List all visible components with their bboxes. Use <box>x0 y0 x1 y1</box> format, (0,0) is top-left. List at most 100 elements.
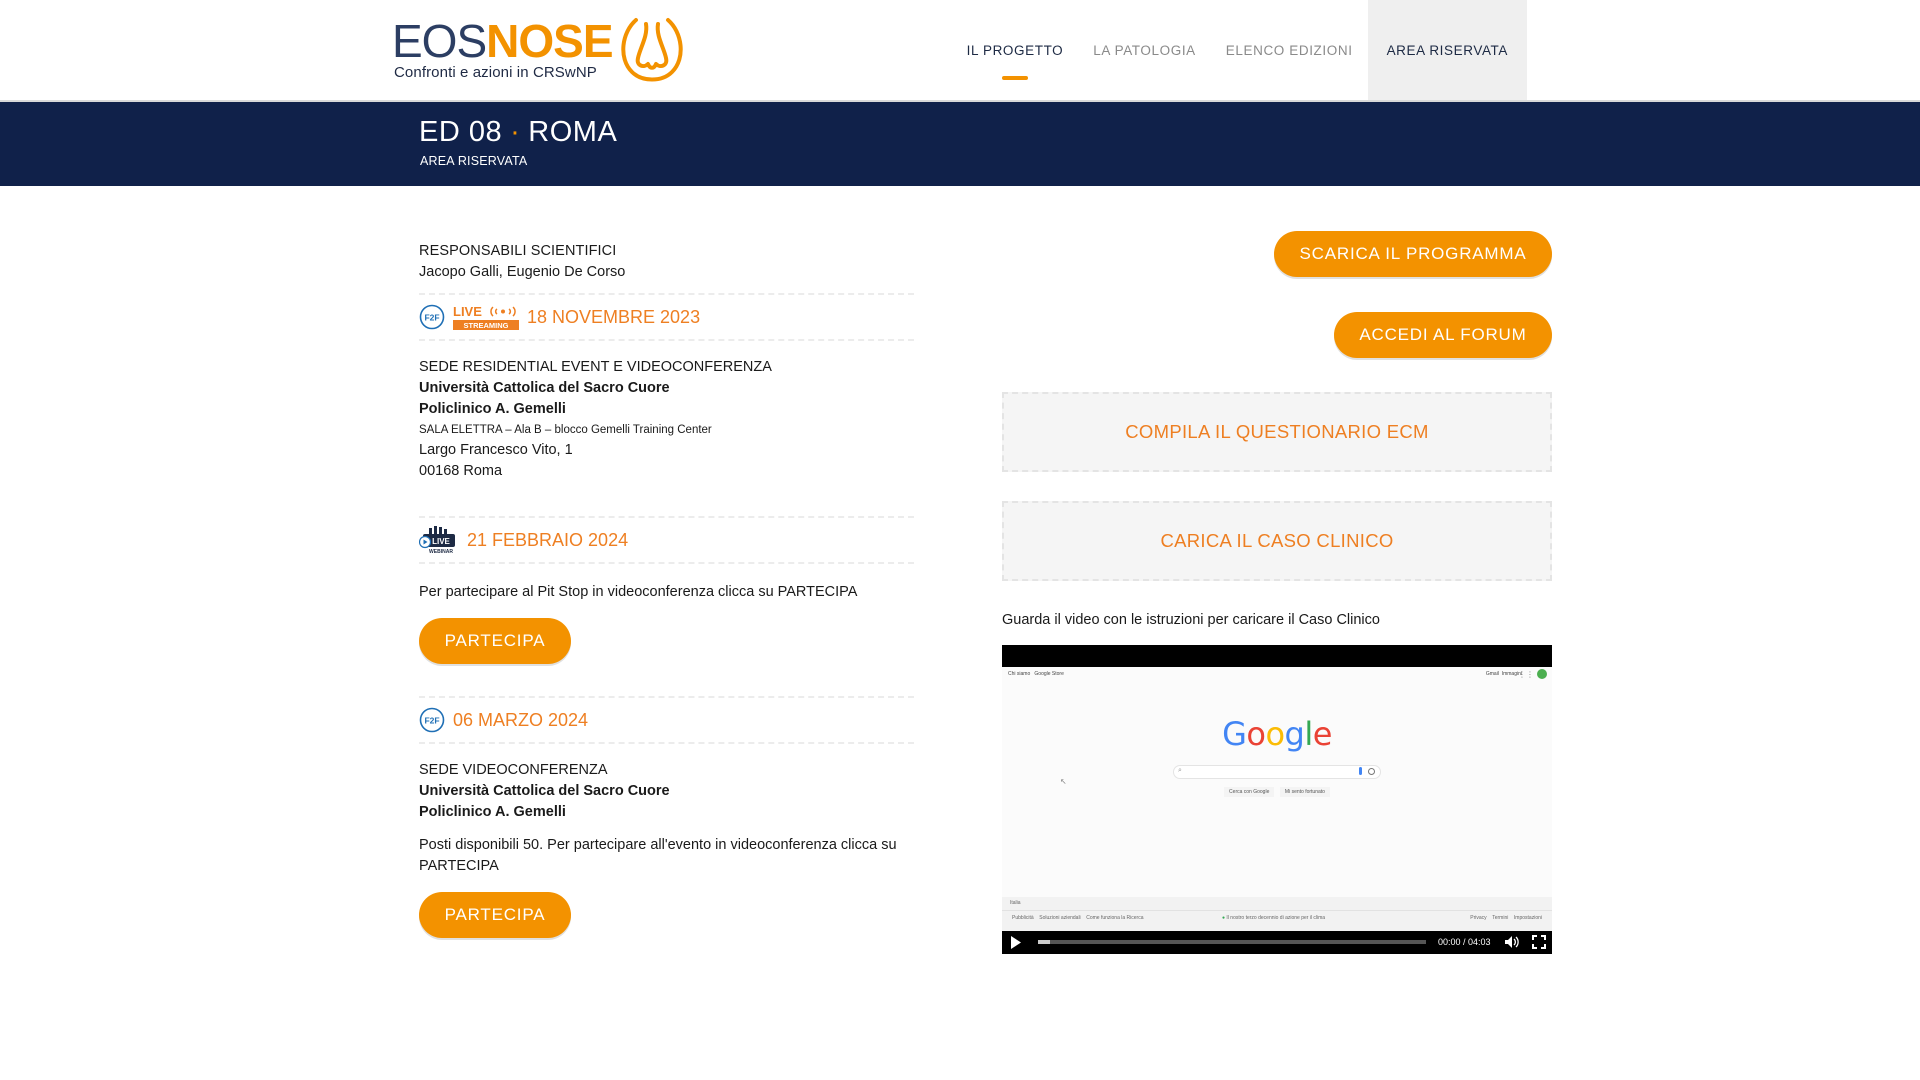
page-banner: ED 08 · ROMA AREA RISERVATA <box>0 102 1920 186</box>
logo-part-eos: EOS <box>392 15 487 67</box>
frame-search-box: ⌕ <box>1173 765 1381 779</box>
frame-link: Gmail <box>1485 671 1499 677</box>
avatar <box>1537 669 1547 679</box>
event-description: Posti disponibili 50. Per partecipare al… <box>419 837 897 853</box>
frame-search-icon: ⌕ <box>1178 767 1182 774</box>
divider <box>419 742 914 744</box>
events-column: RESPONSABILI SCIENTIFICI Jacopo Galli, E… <box>419 240 919 938</box>
f2f-icon: F2F <box>419 707 445 733</box>
partecipa-button[interactable]: PARTECIPA <box>419 618 571 664</box>
divider <box>419 339 914 341</box>
progress-bar[interactable] <box>1038 940 1426 944</box>
play-icon[interactable] <box>1010 936 1022 949</box>
event-date: 18 NOVEMBRE 2023 <box>527 306 701 327</box>
frame-mic-icon <box>1359 767 1362 775</box>
venue-hospital: Policlinico A. Gemelli <box>419 401 566 417</box>
google-logo: Google <box>1002 715 1552 753</box>
event-description: Per partecipare al Pit Stop in videoconf… <box>419 584 858 600</box>
video-controls: 00:00 / 04:03 <box>1002 931 1552 954</box>
sede-label: SEDE VIDEOCONFERENZA <box>419 762 608 778</box>
volume-icon[interactable] <box>1504 935 1520 949</box>
event-date: 21 FEBBRAIO 2024 <box>467 529 629 550</box>
event-description-cont: PARTECIPA <box>419 858 499 874</box>
google-logo-letter: G <box>1222 715 1247 753</box>
city-label: ROMA <box>528 116 618 148</box>
mouse-cursor-icon: ↖ <box>1060 777 1067 786</box>
site-logo[interactable]: EOSNOSE Confronti e azioni in CRSwNP <box>392 14 692 86</box>
page-title: ED 08 · ROMA <box>419 116 617 149</box>
frame-link: Google Store <box>1034 671 1064 677</box>
caso-clinico-box[interactable]: CARICA IL CASO CLINICO <box>1002 501 1552 581</box>
frame-link: Termini <box>1492 915 1509 921</box>
progress-fill <box>1038 940 1050 944</box>
nav-item-la-patologia[interactable]: LA PATOLOGIA <box>1078 0 1211 100</box>
frame-link: Impostazioni <box>1513 915 1542 921</box>
frame-country: Italia <box>1010 900 1021 906</box>
nose-icon <box>621 18 683 82</box>
questionario-ecm-box[interactable]: COMPILA IL QUESTIONARIO ECM <box>1002 392 1552 472</box>
venue-room: SALA ELETTRA – Ala B – blocco Gemelli Tr… <box>419 424 712 436</box>
edition-label: ED 08 <box>419 116 503 148</box>
live-webinar-icon: LIVE WEBINAR <box>419 526 455 555</box>
svg-text:F2F: F2F <box>424 313 439 323</box>
event-date: 06 MARZO 2024 <box>453 709 589 730</box>
nav-item-il-progetto[interactable]: IL PROGETTO <box>952 0 1079 100</box>
responsabili-names: Jacopo Galli, Eugenio De Corso <box>419 264 626 280</box>
logo-part-nose: NOSE <box>486 15 613 67</box>
venue-university: Università Cattolica del Sacro Cuore <box>419 783 670 799</box>
frame-lens-icon <box>1368 768 1375 775</box>
google-logo-letter: e <box>1312 715 1333 753</box>
apps-grid-icon: ⋮⋮ <box>1518 670 1534 679</box>
nav-item-elenco-edizioni[interactable]: ELENCO EDIZIONI <box>1211 0 1368 100</box>
google-logo-letter: g <box>1284 715 1305 753</box>
f2f-icon: F2F <box>419 304 445 330</box>
logo-wordmark: EOSNOSE <box>392 15 614 67</box>
video-caption: Guarda il video con le istruzioni per ca… <box>1002 612 1380 628</box>
frame-link: Come funziona la Ricerca <box>1086 915 1144 921</box>
frame-link: Privacy <box>1470 915 1487 921</box>
svg-text:STREAMING: STREAMING <box>464 321 509 330</box>
frame-buttons: Cerca con Google Mi sento fortunato <box>1002 787 1552 797</box>
frame-footer-line <box>1002 910 1552 911</box>
video-player[interactable]: Chi siamo Google Store Gmail Immagini ⋮⋮… <box>1002 645 1552 954</box>
frame-button: Cerca con Google <box>1224 787 1275 797</box>
main-nav: IL PROGETTO LA PATOLOGIA ELENCO EDIZIONI… <box>952 0 1527 100</box>
svg-text:LIVE: LIVE <box>453 304 482 319</box>
logo-subtitle: Confronti e azioni in CRSwNP <box>394 64 597 81</box>
video-frame: Chi siamo Google Store Gmail Immagini ⋮⋮… <box>1002 667 1552 931</box>
frame-top-right: Gmail Immagini <box>1486 671 1522 677</box>
svg-text:LIVE: LIVE <box>432 537 450 546</box>
fullscreen-icon[interactable] <box>1532 935 1546 949</box>
frame-link: Pubblicità <box>1012 915 1034 921</box>
google-logo-letter: o <box>1246 715 1266 753</box>
frame-footer-right: Privacy Termini Impostazioni <box>1470 915 1542 921</box>
responsabili-label: RESPONSABILI SCIENTIFICI <box>419 243 617 259</box>
frame-footer-left: Pubblicità Soluzioni aziendali Come funz… <box>1012 915 1143 921</box>
title-separator: · <box>510 116 521 148</box>
frame-button: Mi sento fortunato <box>1279 787 1330 797</box>
event-date-row: LIVE WEBINAR 21 FEBBRAIO 2024 <box>419 518 919 562</box>
live-streaming-icon: LIVE STREAMING <box>453 304 519 330</box>
address-street: Largo Francesco Vito, 1 <box>419 442 573 458</box>
scarica-programma-button[interactable]: SCARICA IL PROGRAMMA <box>1274 231 1552 277</box>
partecipa-button[interactable]: PARTECIPA <box>419 892 571 938</box>
nav-item-area-riservata[interactable]: AREA RISERVATA <box>1367 0 1527 100</box>
site-header: EOSNOSE Confronti e azioni in CRSwNP IL … <box>0 0 1920 102</box>
frame-footer-mid: ● Il nostro terzo decennio di azione per… <box>1222 915 1325 921</box>
video-time: 00:00 / 04:03 <box>1438 937 1491 947</box>
frame-link: Soluzioni aziendali <box>1039 915 1081 921</box>
leaf-icon: ● <box>1222 915 1226 921</box>
google-logo-letter: o <box>1265 715 1285 753</box>
accedi-forum-button[interactable]: ACCEDI AL FORUM <box>1334 312 1552 358</box>
event-date-row: F2F LIVE STREAMING 18 NOVEMBRE 2023 <box>419 295 919 339</box>
svg-text:WEBINAR: WEBINAR <box>429 549 453 555</box>
venue-hospital: Policlinico A. Gemelli <box>419 804 566 820</box>
frame-link: Chi siamo <box>1008 671 1031 677</box>
svg-text:F2F: F2F <box>424 716 439 726</box>
divider <box>419 562 914 564</box>
venue-university: Università Cattolica del Sacro Cuore <box>419 380 670 396</box>
event-date-row: F2F 06 MARZO 2024 <box>419 698 919 742</box>
google-logo-letter: l <box>1304 715 1313 753</box>
frame-link: Il nostro terzo decennio di azione per i… <box>1226 915 1326 921</box>
sede-label: SEDE RESIDENTIAL EVENT E VIDEOCONFERENZA <box>419 359 772 375</box>
